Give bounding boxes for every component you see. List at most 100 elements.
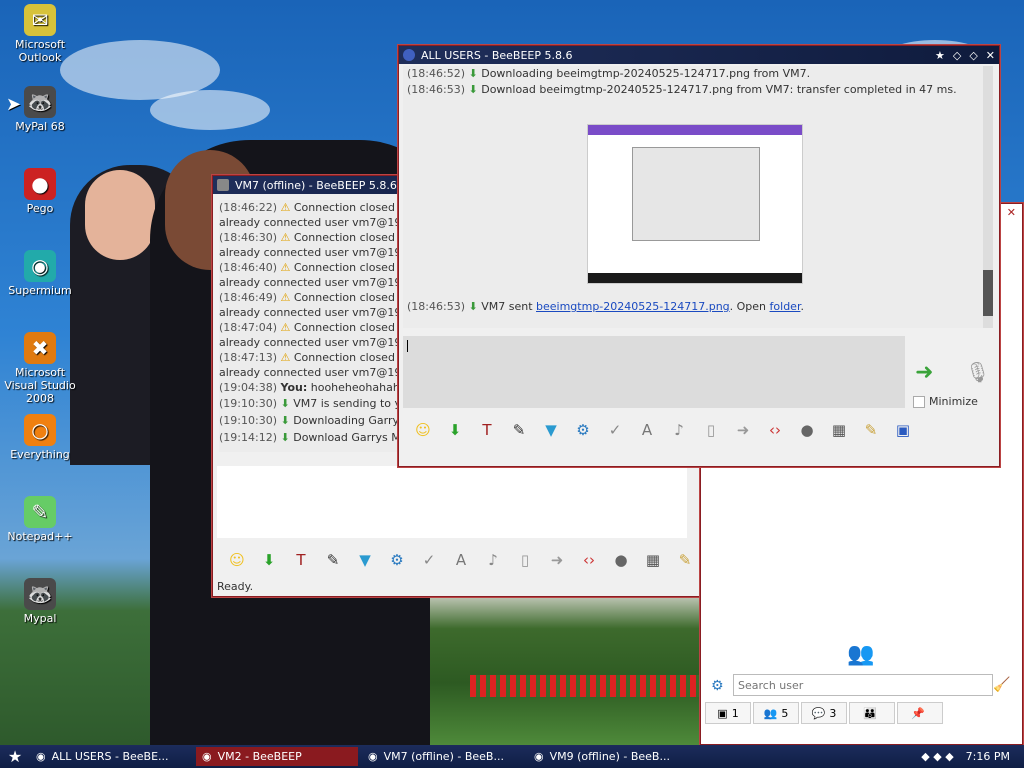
edit-icon[interactable]: ✎	[673, 548, 697, 572]
app-icon	[403, 49, 415, 61]
music-icon[interactable]: ♪	[481, 548, 505, 572]
folder-link[interactable]: folder	[770, 300, 801, 313]
close-icon[interactable]: ✕	[986, 49, 995, 62]
file-icon[interactable]: ▯	[699, 418, 723, 442]
forward-icon[interactable]: ➜	[731, 418, 755, 442]
desktop-icon[interactable]: 🦝 MyPal 68	[0, 86, 80, 133]
save-icon[interactable]: ▣	[891, 418, 915, 442]
scrollbar-thumb[interactable]	[983, 270, 993, 316]
message-list[interactable]: (18:46:52) ⬇ Downloading beeimgtmp-20240…	[403, 66, 988, 328]
calendar-icon[interactable]: ▦	[641, 548, 665, 572]
message-text: Connection closed to	[293, 351, 399, 364]
calendar-icon[interactable]: ▦	[827, 418, 851, 442]
settings-icon[interactable]: ⚙	[711, 678, 724, 694]
taskbar-label: VM9 (offline) - BeeB...	[549, 750, 670, 763]
settings-icon[interactable]: ⚙	[571, 418, 595, 442]
formatting-toolbar: ☺⬇T✎▼⚙✓A♪▯➜‹›●▦✎▣	[225, 548, 729, 572]
font-icon[interactable]: T	[475, 418, 499, 442]
timestamp: (18:47:13)	[219, 351, 277, 364]
taskbar-label: ALL USERS - BeeBE...	[51, 750, 169, 763]
search-input[interactable]	[733, 674, 993, 696]
start-button[interactable]: ★	[0, 747, 30, 766]
spellcheck-icon[interactable]: ✓	[417, 548, 441, 572]
person-face	[85, 170, 155, 260]
message-list[interactable]: (18:46:22) ⚠ Connection closed to already…	[219, 200, 399, 452]
panel-tab[interactable]: ▣ 1	[705, 702, 751, 724]
timestamp: (18:46:22)	[219, 201, 277, 214]
emoji-icon[interactable]: ☺	[411, 418, 435, 442]
desktop-icon-label: Everything	[10, 448, 70, 461]
desktop-icon[interactable]: ○ Everything	[0, 414, 80, 461]
warning-icon: ⚠	[280, 291, 291, 304]
message-text-line2: already connected user vm7@192.16	[219, 336, 399, 349]
image-thumbnail[interactable]	[587, 124, 803, 284]
users-icon: 👥	[763, 706, 778, 720]
warning-icon: ⚠	[280, 321, 291, 334]
title-bar[interactable]: ALL USERS - BeeBEEP 5.8.6 ★ ◇ ◇ ✕	[399, 46, 999, 64]
desktop-icon[interactable]: ◉ Supermium	[0, 250, 80, 297]
file-icon[interactable]: ▯	[513, 548, 537, 572]
filter-icon[interactable]: ▼	[539, 418, 563, 442]
warning-icon: ⚠	[280, 201, 291, 214]
message-input[interactable]	[217, 466, 687, 538]
minimize-icon[interactable]: ◇	[953, 49, 961, 62]
taskbar-button[interactable]: ◉ ALL USERS - BeeBE...	[30, 747, 192, 766]
sender: You:	[280, 381, 308, 394]
panel-tab[interactable]: 📌	[897, 702, 943, 724]
text-icon[interactable]: A	[449, 548, 473, 572]
desktop-icon[interactable]: ✉ Microsoft Outlook	[0, 4, 80, 64]
font-icon[interactable]: T	[289, 548, 313, 572]
desktop-icon[interactable]: 🦝 Mypal	[0, 578, 80, 625]
tab-count: 5	[781, 706, 789, 720]
message-input[interactable]	[403, 336, 905, 408]
desktop-icon[interactable]: ● Pego	[0, 168, 80, 215]
record-icon[interactable]: ●	[795, 418, 819, 442]
minimize-label: Minimize	[929, 395, 978, 408]
minimize-checkbox[interactable]	[913, 396, 925, 408]
scrollbar[interactable]	[983, 66, 993, 328]
panel-tab[interactable]: 👥 5	[753, 702, 799, 724]
edit-icon[interactable]: ✎	[859, 418, 883, 442]
message-text: Connection closed to	[293, 231, 399, 244]
desktop-icon[interactable]: ✖ Microsoft Visual Studio 2008	[0, 332, 80, 405]
taskbar-button[interactable]: ◉ VM9 (offline) - BeeB...	[528, 747, 690, 766]
html-icon[interactable]: ‹›	[577, 548, 601, 572]
timestamp: (18:46:52)	[407, 67, 465, 80]
settings-icon[interactable]: ⚙	[385, 548, 409, 572]
all-users-chat-window[interactable]: ALL USERS - BeeBEEP 5.8.6 ★ ◇ ◇ ✕ (18:46…	[398, 45, 1000, 467]
microphone-icon[interactable]: 🎙	[965, 360, 990, 384]
chat-icon: ▣	[717, 706, 728, 720]
emoji-icon[interactable]: ☺	[225, 548, 249, 572]
bee-icon[interactable]: ⬇	[443, 418, 467, 442]
html-icon[interactable]: ‹›	[763, 418, 787, 442]
warning-icon: ⚠	[280, 231, 291, 244]
lawn	[430, 590, 710, 745]
color-icon[interactable]: ✎	[507, 418, 531, 442]
send-button[interactable]: ➜	[915, 360, 933, 385]
taskbar-button[interactable]: ◉ VM2 - BeeBEEP	[196, 747, 358, 766]
app-icon: ✉	[24, 4, 56, 36]
text-icon[interactable]: A	[635, 418, 659, 442]
color-icon[interactable]: ✎	[321, 548, 345, 572]
spellcheck-icon[interactable]: ✓	[603, 418, 627, 442]
music-icon[interactable]: ♪	[667, 418, 691, 442]
panel-tab[interactable]: 👪	[849, 702, 895, 724]
app-icon: 🦝	[24, 86, 56, 118]
timestamp: (19:10:30)	[219, 414, 277, 427]
app-icon: ◉	[202, 750, 212, 763]
panel-tab[interactable]: 💬 3	[801, 702, 847, 724]
taskbar-button[interactable]: ◉ VM7 (offline) - BeeB...	[362, 747, 524, 766]
bee-icon[interactable]: ⬇	[257, 548, 281, 572]
file-link[interactable]: beeimgtmp-20240525-124717.png	[536, 300, 730, 313]
filter-icon[interactable]: ▼	[353, 548, 377, 572]
pin-icon[interactable]: ★	[935, 49, 945, 62]
maximize-icon[interactable]: ◇	[969, 49, 977, 62]
forward-icon[interactable]: ➜	[545, 548, 569, 572]
warning-icon: ⚠	[280, 351, 291, 364]
close-icon[interactable]: ✕	[1007, 206, 1016, 219]
message-text-line2: already connected user vm7@192.16	[219, 306, 399, 319]
clear-search-icon[interactable]: 🧹	[993, 677, 1010, 693]
record-icon[interactable]: ●	[609, 548, 633, 572]
app-icon: ✖	[24, 332, 56, 364]
desktop-icon[interactable]: ✎ Notepad++	[0, 496, 80, 543]
